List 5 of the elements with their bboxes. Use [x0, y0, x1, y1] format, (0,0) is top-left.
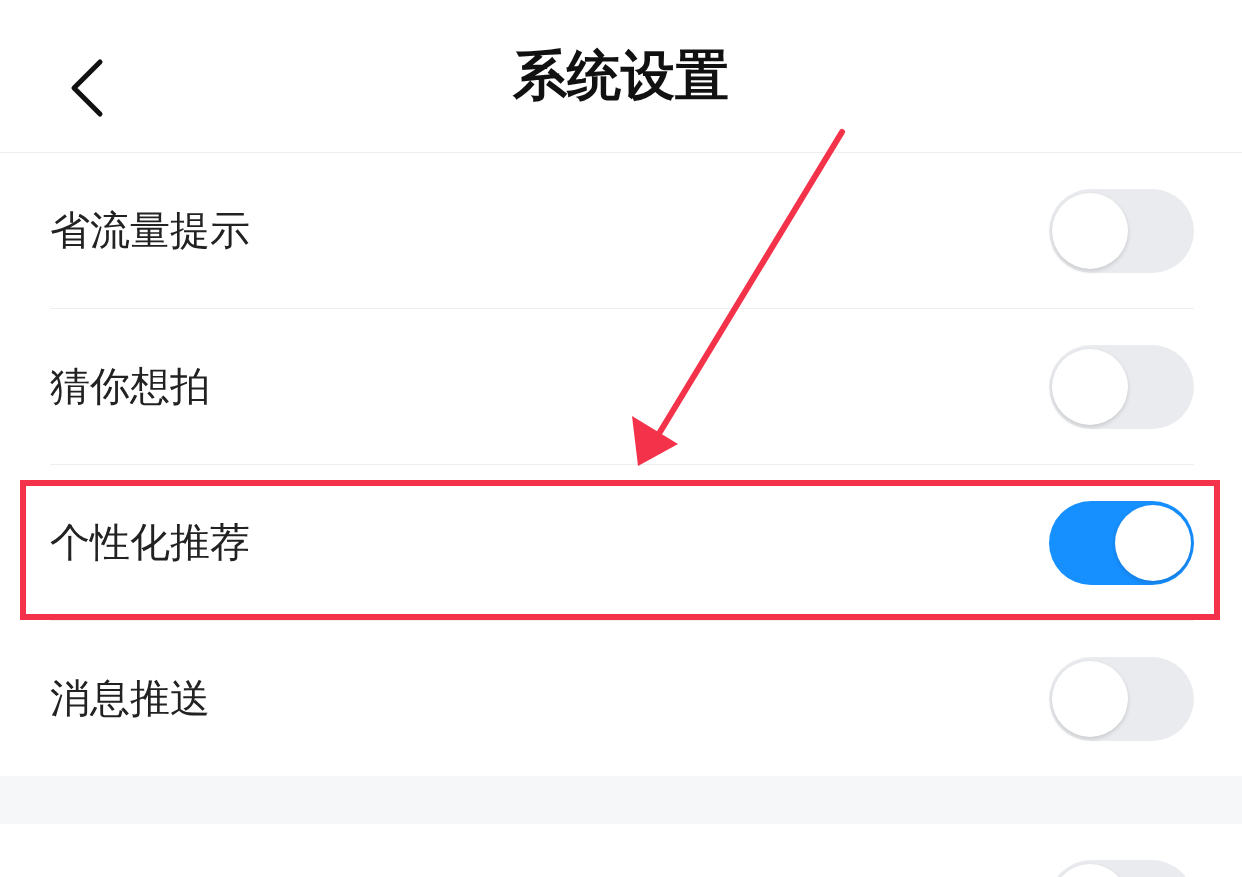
page-title: 系统设置 [513, 42, 729, 109]
setting-label: 猜你想拍 [50, 362, 210, 411]
setting-label: 个性化推荐 [50, 518, 250, 567]
setting-label: 省流量提示 [50, 206, 250, 255]
setting-label: 消息推送 [50, 674, 210, 723]
